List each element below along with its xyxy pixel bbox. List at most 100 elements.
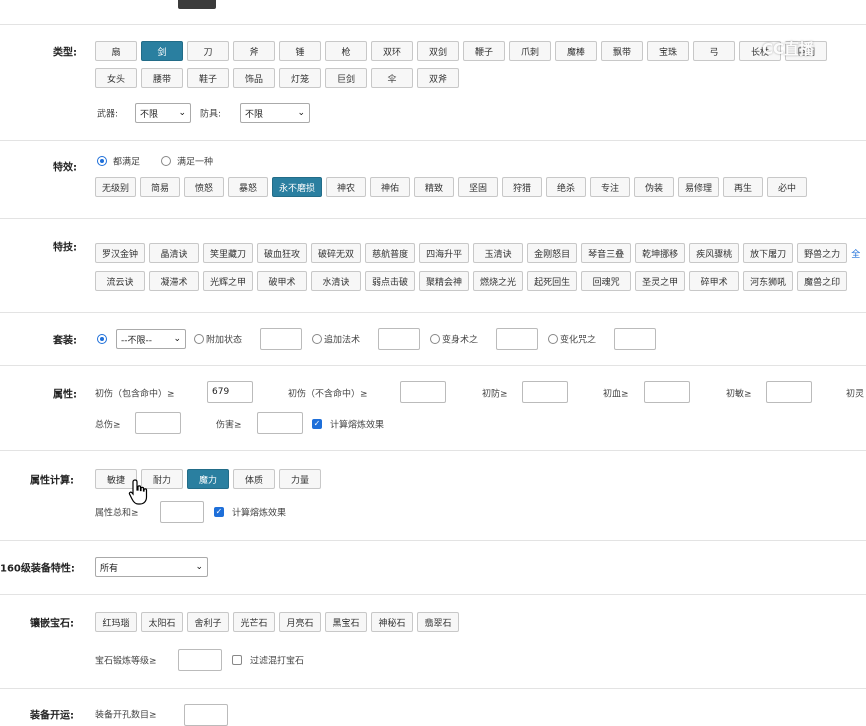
effect-button[interactable]: 伪装 — [634, 177, 675, 197]
gem-filter-checkbox[interactable] — [232, 655, 242, 665]
gem-button[interactable]: 光芒石 — [233, 612, 275, 632]
calc-button[interactable]: 魔力 — [187, 469, 229, 489]
effect-button[interactable]: 再生 — [723, 177, 764, 197]
effect-button[interactable]: 永不磨损 — [272, 177, 323, 197]
set-radio-transform[interactable] — [430, 334, 440, 344]
skill-button[interactable]: 破甲术 — [257, 271, 308, 291]
type-button[interactable]: 鞭子 — [463, 41, 505, 61]
total-dmg-input[interactable] — [135, 412, 181, 434]
effect-button[interactable]: 专注 — [590, 177, 631, 197]
skill-button[interactable]: 流云诀 — [95, 271, 145, 291]
attr-refine-checkbox[interactable]: ✓ — [312, 419, 322, 429]
gem-level-input[interactable] — [178, 649, 222, 671]
set-radio-attach[interactable] — [194, 334, 204, 344]
type-button[interactable]: 灯笼 — [279, 68, 321, 88]
calc-refine-checkbox[interactable]: ✓ — [214, 507, 224, 517]
gem-button[interactable]: 黑宝石 — [325, 612, 367, 632]
attr-spd-input[interactable] — [766, 381, 812, 403]
set-transform-input[interactable] — [496, 328, 538, 350]
skill-button[interactable]: 乾坤挪移 — [635, 243, 686, 263]
attr-hp-input[interactable] — [644, 381, 690, 403]
skill-button[interactable]: 破碎无双 — [311, 243, 362, 263]
set-select[interactable]: --不限-- ⌄ — [116, 329, 186, 349]
type-button[interactable]: 双斧 — [417, 68, 459, 88]
effect-button[interactable]: 易修理 — [678, 177, 720, 197]
type-button[interactable]: 斧 — [233, 41, 275, 61]
gem-button[interactable]: 太阳石 — [141, 612, 183, 632]
gem-button[interactable]: 红玛瑙 — [95, 612, 137, 632]
gem-button[interactable]: 月亮石 — [279, 612, 321, 632]
skill-button[interactable]: 燃烧之光 — [473, 271, 524, 291]
set-spell-input[interactable] — [378, 328, 420, 350]
gem-button[interactable]: 舍利子 — [187, 612, 229, 632]
calc-button[interactable]: 力量 — [279, 469, 321, 489]
skill-button[interactable]: 金刚怒目 — [527, 243, 578, 263]
type-button[interactable]: 锤 — [279, 41, 321, 61]
skill-button[interactable]: 聚精会神 — [419, 271, 470, 291]
skill-button[interactable]: 琴音三叠 — [581, 243, 632, 263]
type-button[interactable]: 扇 — [95, 41, 137, 61]
type-button[interactable]: 宝珠 — [647, 41, 689, 61]
set-radio-spell[interactable] — [312, 334, 322, 344]
skill-button[interactable]: 野兽之力 — [797, 243, 848, 263]
type-button[interactable]: 爪刺 — [509, 41, 551, 61]
skill-button[interactable]: 凝滞术 — [149, 271, 199, 291]
attr-dmg-hit-input[interactable]: 679 — [207, 381, 253, 403]
effect-button[interactable]: 神佑 — [370, 177, 411, 197]
gem-button[interactable]: 神秘石 — [371, 612, 413, 632]
effect-radio-all[interactable] — [97, 156, 107, 166]
skill-button[interactable]: 弱点击破 — [365, 271, 416, 291]
effect-button[interactable]: 无级别 — [95, 177, 137, 197]
skill-button[interactable]: 起死回生 — [527, 271, 578, 291]
type-button[interactable]: 飘带 — [601, 41, 643, 61]
type-button[interactable]: 女头 — [95, 68, 137, 88]
skill-button[interactable]: 水清诀 — [311, 271, 362, 291]
gem-button[interactable]: 翡翠石 — [417, 612, 459, 632]
weapon-select[interactable]: 不限 ⌄ — [135, 103, 191, 123]
effect-button[interactable]: 暴怒 — [228, 177, 269, 197]
skill-button[interactable]: 玉清诀 — [473, 243, 524, 263]
effect-button[interactable]: 精致 — [414, 177, 455, 197]
type-button[interactable]: 双剑 — [417, 41, 459, 61]
skill-button[interactable]: 光辉之甲 — [203, 271, 254, 291]
type-button[interactable]: 鞋子 — [187, 68, 229, 88]
effect-button[interactable]: 神农 — [326, 177, 367, 197]
skill-button[interactable]: 罗汉金钟 — [95, 243, 146, 263]
dmg-input[interactable] — [257, 412, 303, 434]
set-attach-input[interactable] — [260, 328, 302, 350]
skill-button[interactable]: 破血狂攻 — [257, 243, 308, 263]
effect-button[interactable]: 绝杀 — [546, 177, 587, 197]
type-button[interactable]: 饰品 — [233, 68, 275, 88]
type-button[interactable]: 伞 — [371, 68, 413, 88]
effect-button[interactable]: 必中 — [767, 177, 808, 197]
type-button[interactable]: 巨剑 — [325, 68, 367, 88]
type-button[interactable]: 刀 — [187, 41, 229, 61]
effect-button[interactable]: 愤怒 — [184, 177, 225, 197]
set-radio-change[interactable] — [548, 334, 558, 344]
set-radio-default[interactable] — [97, 334, 107, 344]
armor-select[interactable]: 不限 ⌄ — [240, 103, 310, 123]
attr-dmg-nohit-input[interactable] — [400, 381, 446, 403]
type-button[interactable]: 弓 — [693, 41, 735, 61]
skill-button[interactable]: 魔兽之印 — [797, 271, 848, 291]
type-button[interactable]: 魔棒 — [555, 41, 597, 61]
effect-button[interactable]: 狩猎 — [502, 177, 543, 197]
skill-button[interactable]: 圣灵之甲 — [635, 271, 686, 291]
effect-radio-any[interactable] — [161, 156, 171, 166]
calc-sum-input[interactable] — [160, 501, 204, 523]
skill-button[interactable]: 笑里藏刀 — [203, 243, 254, 263]
skill-button[interactable]: 慈航普度 — [365, 243, 416, 263]
type-button[interactable]: 枪 — [325, 41, 367, 61]
type-button[interactable]: 剑 — [141, 41, 183, 61]
skill-button[interactable]: 河东狮吼 — [743, 271, 794, 291]
skill-button[interactable]: 回魂咒 — [581, 271, 632, 291]
hole-count-input[interactable] — [184, 704, 228, 726]
lv160-select[interactable]: 所有 ⌄ — [95, 557, 208, 577]
skill-button[interactable]: 放下屠刀 — [743, 243, 794, 263]
skill-button[interactable]: 四海升平 — [419, 243, 470, 263]
type-button[interactable]: 腰带 — [141, 68, 183, 88]
skill-more-link[interactable]: 全 — [851, 247, 860, 260]
effect-button[interactable]: 坚固 — [458, 177, 499, 197]
effect-button[interactable]: 简易 — [140, 177, 181, 197]
skill-button[interactable]: 碎甲术 — [689, 271, 740, 291]
